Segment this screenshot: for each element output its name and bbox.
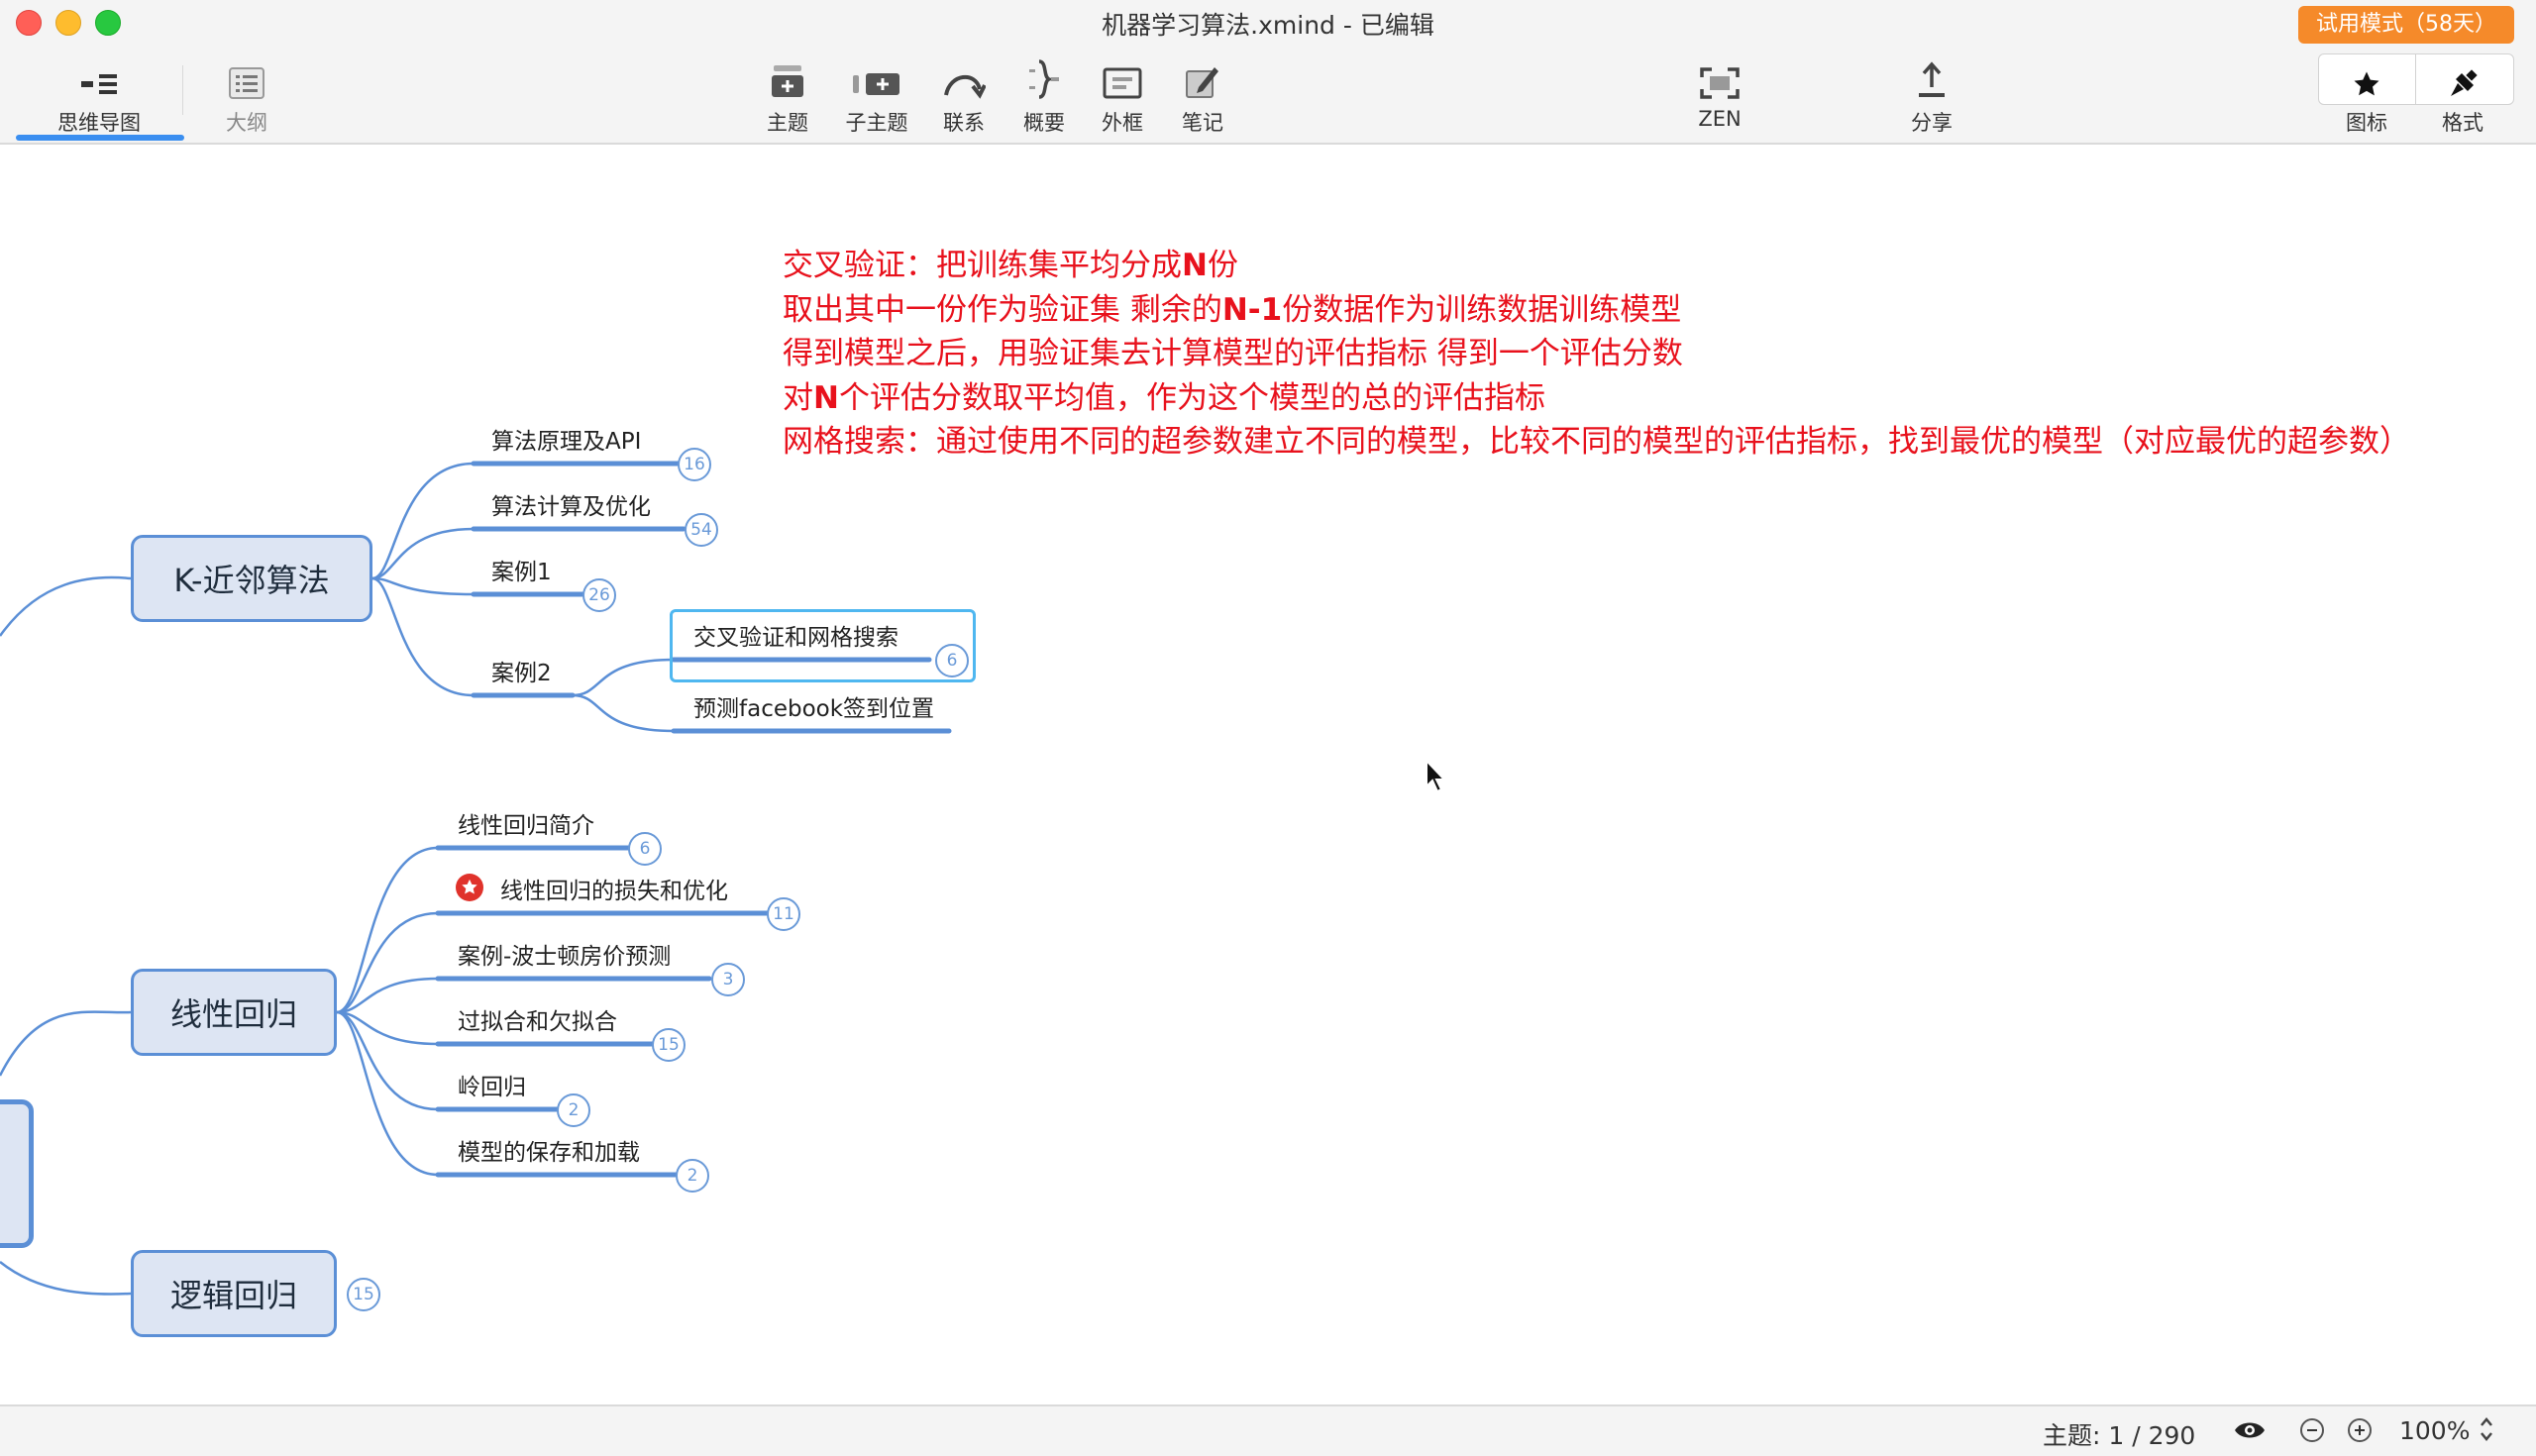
collapsed-count-badge[interactable]: 15: [652, 1028, 686, 1062]
mindmap-canvas[interactable]: 交叉验证：把训练集平均分成N份 取出其中一份作为验证集 剩余的N-1份数据作为训练…: [0, 145, 2536, 1404]
link-central-linear: [0, 1010, 132, 1077]
knn-subtopic-optimization[interactable]: 算法计算及优化: [491, 487, 651, 521]
status-bar: 主题: 1 / 290 100%: [0, 1404, 2536, 1456]
note-run: 交叉验证：把训练集平均分成: [783, 248, 1182, 283]
note-button-label: 笔记: [1182, 111, 1223, 135]
link-central-logistic: [0, 1261, 132, 1296]
linear-subtopic-intro[interactable]: 线性回归简介: [458, 806, 594, 840]
icons-panel-label: 图标: [2346, 111, 2387, 135]
collapsed-count-badge[interactable]: 2: [676, 1159, 709, 1193]
eye-icon[interactable]: [2233, 1418, 2267, 1448]
note-line: 交叉验证：把训练集平均分成N份: [783, 244, 2410, 288]
tab-outline[interactable]: 大纲: [192, 55, 301, 137]
share-button[interactable]: 分享: [1877, 55, 1986, 137]
linear-subtopic-loss[interactable]: 线性回归的损失和优化: [500, 872, 728, 905]
share-icon: [1877, 55, 1986, 99]
active-tab-indicator: [16, 135, 184, 141]
note-run: 个评估分数取平均值，作为这个模型的总的评估指标: [838, 379, 1545, 416]
note-run: N-1: [1221, 291, 1283, 328]
format-panel-button[interactable]: 格式: [2408, 55, 2517, 137]
note-line: 网格搜索：通过使用不同的超参数建立不同的模型，比较不同的模型的评估指标，找到最优…: [783, 420, 2410, 465]
format-panel-label: 格式: [2442, 111, 2483, 135]
case2-subtopic-facebook[interactable]: 预测facebook签到位置: [693, 689, 934, 723]
note-icon: [1148, 55, 1257, 99]
collapsed-count-badge[interactable]: 15: [347, 1278, 380, 1311]
note-run: 份数据作为训练数据训练模型: [1282, 291, 1682, 328]
zoom-level[interactable]: 100%: [2399, 1416, 2470, 1445]
window-title: 机器学习算法.xmind - 已编辑: [1102, 11, 1434, 40]
collapsed-count-badge[interactable]: 2: [557, 1093, 590, 1127]
collapsed-count-badge[interactable]: 11: [767, 897, 800, 931]
toolbar: 机器学习算法.xmind - 已编辑 试用模式（58天） 思维导图 大纲 主题 …: [0, 0, 2536, 145]
note-run: N: [813, 379, 839, 416]
note-button[interactable]: 笔记: [1148, 55, 1257, 137]
main-topic-logistic-regression[interactable]: 逻辑回归: [131, 1250, 337, 1337]
topic-count: 主题: 1 / 290: [2043, 1421, 2196, 1450]
link-central-knn: [0, 575, 132, 637]
topic-note[interactable]: 交叉验证：把训练集平均分成N份 取出其中一份作为验证集 剩余的N-1份数据作为训练…: [783, 244, 2410, 465]
collapsed-count-badge[interactable]: 16: [678, 448, 711, 481]
note-run: 网格搜索：通过使用不同的超参数建立不同的模型，比较不同的模型的评估指标，找到最优…: [783, 424, 2410, 460]
zen-icon: [1665, 55, 1774, 99]
tab-mindmap-label: 思维导图: [57, 111, 141, 135]
icons-panel-button[interactable]: 图标: [2312, 55, 2421, 137]
note-line: 得到模型之后，用验证集去计算模型的评估指标 得到一个评估分数: [783, 332, 2410, 376]
zen-button[interactable]: ZEN: [1665, 55, 1774, 131]
note-line: 对N个评估分数取平均值，作为这个模型的总的评估指标: [783, 376, 2410, 421]
trial-badge[interactable]: 试用模式（58天）: [2298, 6, 2514, 44]
minus-icon: [2307, 1429, 2317, 1431]
tab-mindmap[interactable]: 思维导图: [45, 55, 154, 137]
main-topic-knn[interactable]: K-近邻算法: [131, 535, 372, 622]
mouse-cursor-icon: [1426, 759, 1447, 793]
main-topic-linear-regression[interactable]: 线性回归: [131, 969, 337, 1056]
note-run: 对: [783, 379, 813, 416]
mindmap-icon: [45, 55, 154, 99]
note-run: 得到模型之后，用验证集去计算模型的评估指标 得到一个评估分数: [783, 336, 1683, 371]
collapsed-count-badge[interactable]: 26: [582, 578, 616, 612]
star-icon: [2312, 55, 2421, 99]
format-brush-icon: [2408, 55, 2517, 99]
note-run: 份: [1207, 248, 1238, 283]
note-run: N: [1182, 248, 1208, 283]
linear-subtopic-ridge[interactable]: 岭回归: [458, 1068, 526, 1101]
tab-outline-label: 大纲: [226, 111, 267, 135]
linear-subtopic-overfitting[interactable]: 过拟合和欠拟合: [458, 1002, 617, 1036]
zoom-in-button[interactable]: [2348, 1418, 2372, 1442]
knn-subtopic-principle[interactable]: 算法原理及API: [491, 422, 641, 456]
zoom-stepper-icon[interactable]: [2479, 1414, 2494, 1450]
zoom-out-button[interactable]: [2300, 1418, 2324, 1442]
collapsed-count-badge[interactable]: 6: [935, 644, 969, 677]
linear-subtopic-boston[interactable]: 案例-波士顿房价预测: [458, 937, 671, 971]
star-marker-icon[interactable]: [456, 874, 483, 901]
knn-subtopic-case1[interactable]: 案例1: [491, 553, 552, 586]
note-run: 取出其中一份作为验证集 剩余的: [783, 291, 1222, 328]
outline-icon: [192, 55, 301, 99]
case2-subtopic-cross-validation[interactable]: 交叉验证和网格搜索: [693, 618, 898, 652]
collapsed-count-badge[interactable]: 3: [711, 963, 745, 996]
toolbar-divider: [182, 65, 183, 115]
knn-subtopic-case2[interactable]: 案例2: [491, 654, 552, 687]
share-button-label: 分享: [1911, 111, 1953, 135]
zen-button-label: ZEN: [1698, 107, 1742, 131]
collapsed-count-badge[interactable]: 6: [628, 832, 662, 866]
collapsed-count-badge[interactable]: 54: [685, 513, 718, 547]
linear-subtopic-save-load[interactable]: 模型的保存和加载: [458, 1133, 640, 1167]
note-line: 取出其中一份作为验证集 剩余的N-1份数据作为训练数据训练模型: [783, 288, 2410, 333]
central-topic[interactable]: [0, 1099, 34, 1248]
